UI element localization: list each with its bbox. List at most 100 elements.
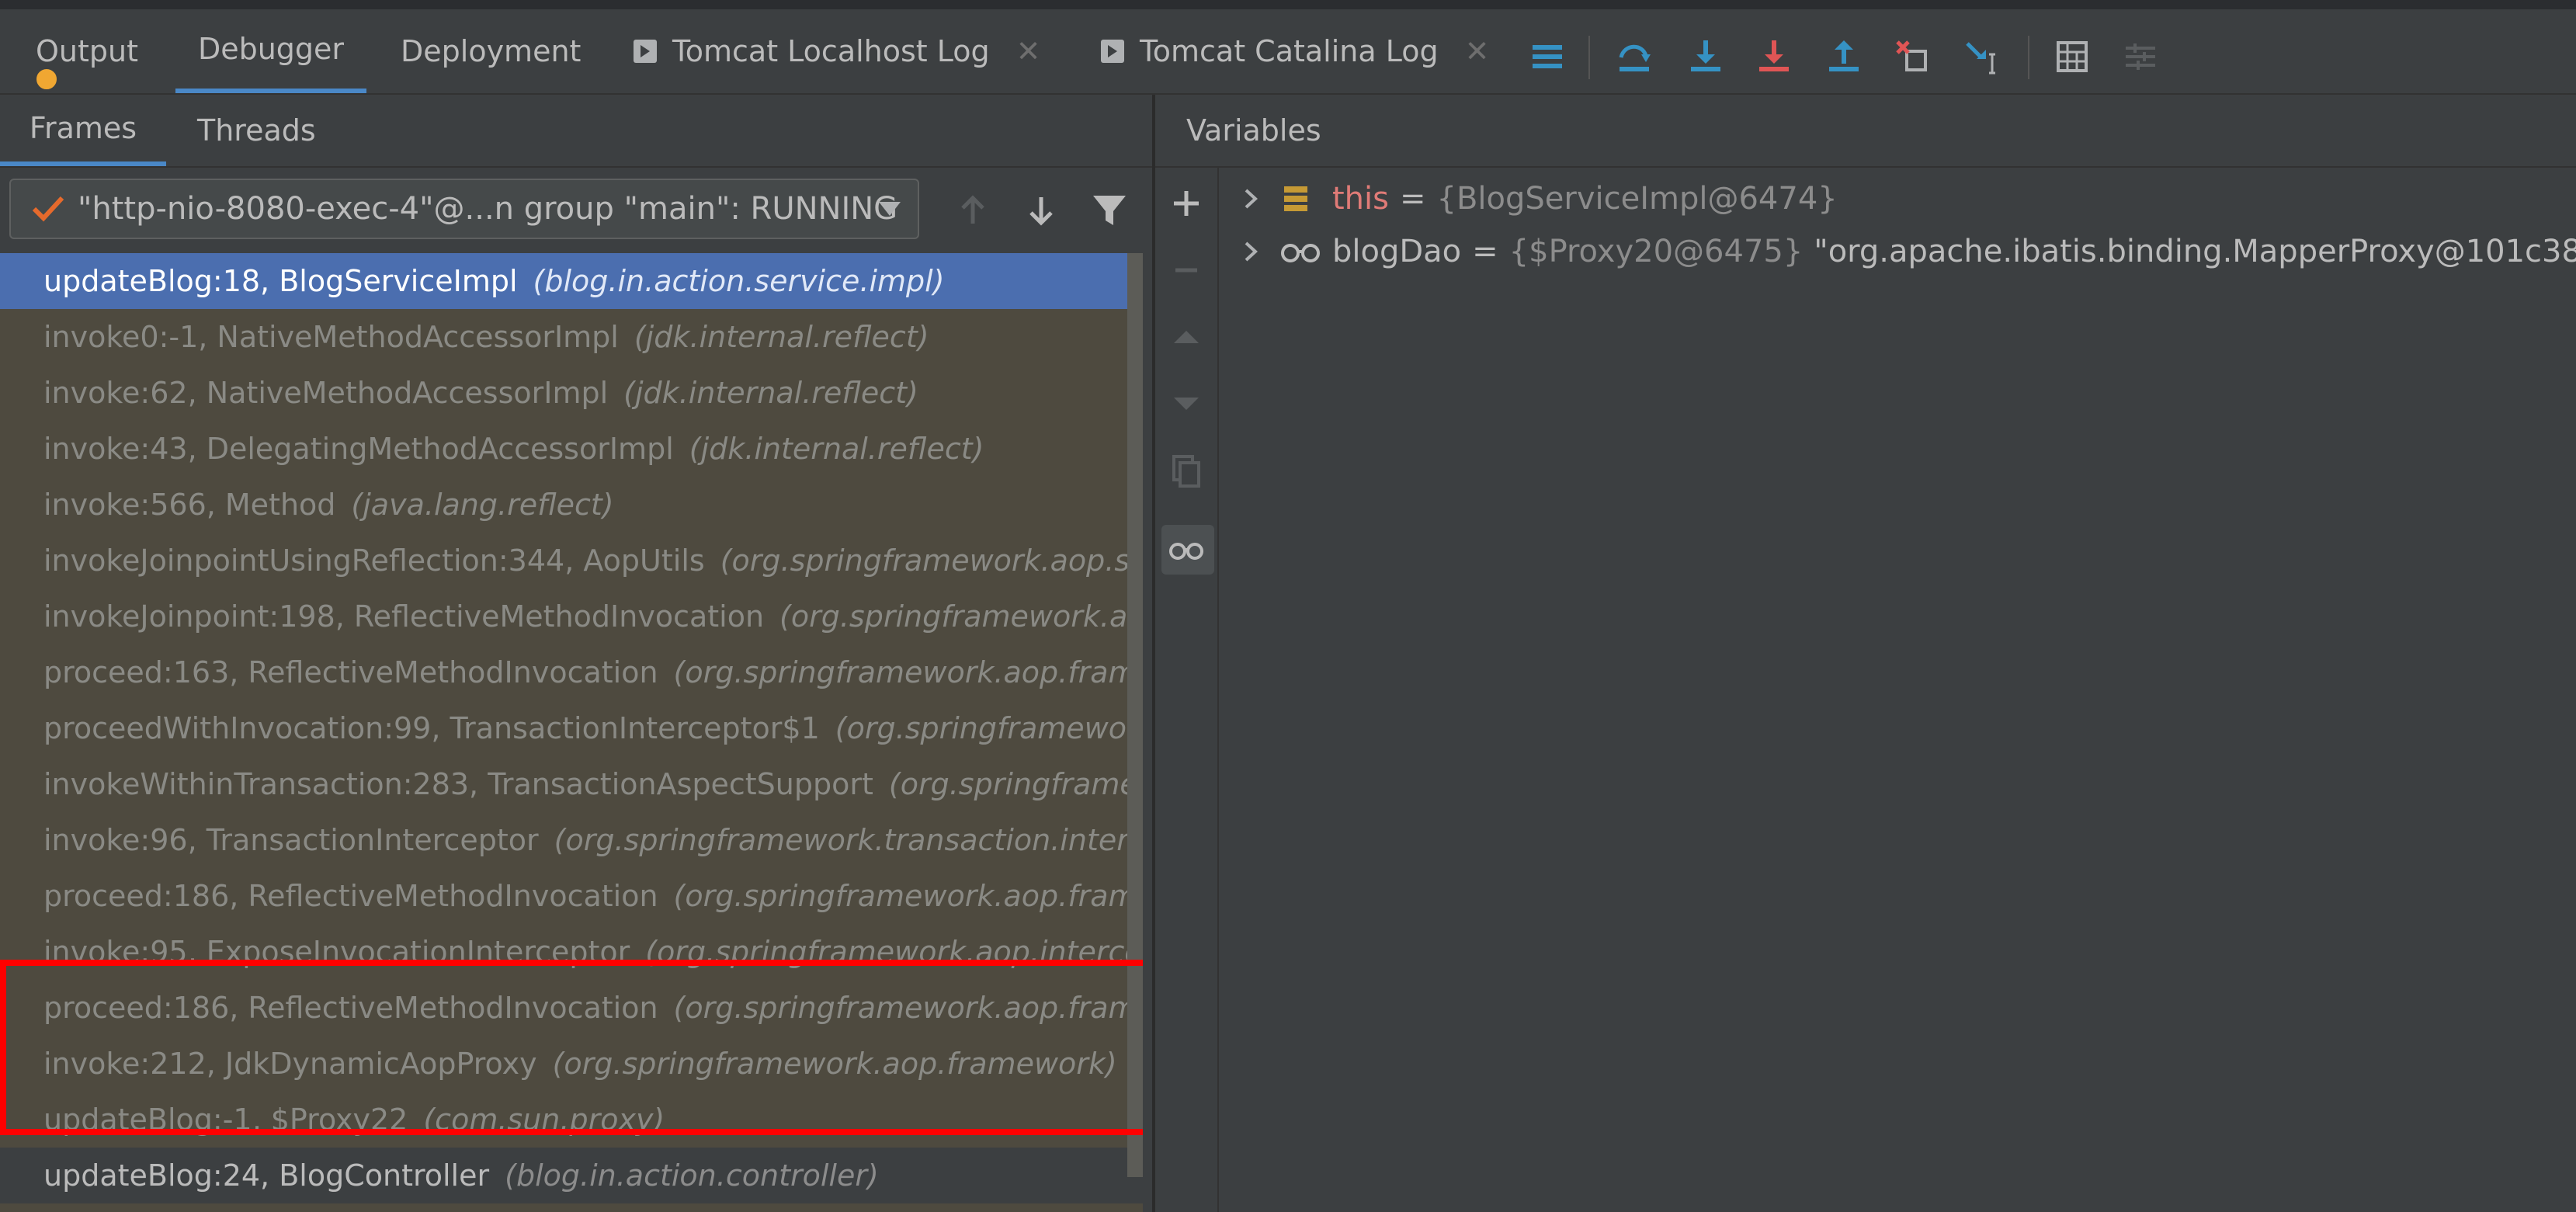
tab-tomcat-localhost-label: Tomcat Localhost Log bbox=[672, 34, 990, 68]
frame-method: invoke0:-1, NativeMethodAccessorImpl bbox=[43, 320, 619, 354]
frame-package: (org.springframework.aop.framewo bbox=[673, 991, 1143, 1025]
frames-threads-tabbar: Frames Threads bbox=[0, 95, 1152, 168]
close-icon[interactable]: ✕ bbox=[1465, 34, 1490, 68]
move-up-icon[interactable] bbox=[1166, 317, 1206, 357]
variables-toolbar bbox=[1155, 168, 1219, 1212]
run-to-cursor-icon[interactable] bbox=[1963, 37, 2001, 76]
frame-method: invoke:43, DelegatingMethodAccessorImpl bbox=[43, 432, 674, 466]
tab-threads-label: Threads bbox=[197, 113, 316, 148]
chevron-down-icon bbox=[879, 202, 901, 216]
frames-list: updateBlog:18, BlogServiceImpl (blog.in.a… bbox=[0, 253, 1143, 1212]
chevron-right-icon[interactable] bbox=[1239, 240, 1262, 263]
filter-icon[interactable] bbox=[1090, 191, 1129, 230]
frame-row[interactable]: proceed:186, ReflectiveMethodInvocation (… bbox=[0, 868, 1143, 924]
variable-row-this[interactable]: this = {BlogServiceImpl@6474} bbox=[1219, 171, 1838, 227]
frame-package: (org.springframework.aop.fr bbox=[779, 599, 1143, 634]
thread-selector-value: "http-nio-8080-exec-4"@...n group "main"… bbox=[78, 191, 898, 227]
tab-threads[interactable]: Threads bbox=[197, 95, 316, 166]
frame-package: (jdk.internal.reflect) bbox=[623, 376, 918, 410]
frame-row[interactable]: invokeWithinTransaction:283, Transaction… bbox=[0, 756, 1143, 812]
tab-deployment-label: Deployment bbox=[401, 34, 582, 68]
chevron-right-icon[interactable] bbox=[1239, 187, 1262, 210]
frame-method: invoke:96, TransactionInterceptor bbox=[43, 823, 539, 857]
variables-title: Variables bbox=[1186, 113, 1321, 148]
variable-name: this bbox=[1332, 181, 1389, 217]
tab-tomcat-localhost-log[interactable]: Tomcat Localhost Log ✕ bbox=[634, 9, 1041, 93]
thread-selector-dropdown[interactable]: "http-nio-8080-exec-4"@...n group "main"… bbox=[9, 179, 919, 239]
frame-row[interactable]: updateBlog:-1, $Proxy22 (com.sun.proxy) bbox=[0, 1092, 1143, 1148]
debug-tool-window-tabbar: Output Debugger Deployment Tomcat Localh… bbox=[0, 0, 2576, 95]
frame-package: (org.springframework.aop.framewo bbox=[673, 879, 1143, 913]
frame-row[interactable]: invoke0:-1, NativeMethodAccessorImpl (jdk… bbox=[0, 309, 1143, 365]
tab-deployment[interactable]: Deployment bbox=[401, 9, 581, 93]
previous-frame-arrow-icon[interactable] bbox=[953, 191, 992, 230]
tab-debugger-label: Debugger bbox=[197, 32, 345, 66]
copy-icon[interactable] bbox=[1166, 450, 1206, 491]
variable-equals: = bbox=[1472, 234, 1498, 269]
tab-debugger[interactable]: Debugger bbox=[175, 9, 366, 93]
frame-package: (org.springframework.aop.framework) bbox=[552, 1047, 1117, 1081]
frame-method: invokeWithinTransaction:283, Transaction… bbox=[43, 767, 873, 801]
frame-package: (com.sun.proxy) bbox=[423, 1103, 665, 1137]
frame-package: (org.springframework.aop.supp bbox=[720, 543, 1143, 578]
frame-package: (jdk.internal.reflect) bbox=[689, 432, 984, 466]
frame-row[interactable]: updateBlog:18, BlogServiceImpl (blog.in.a… bbox=[0, 253, 1143, 309]
tab-output-label: Output bbox=[36, 34, 138, 68]
variable-name: blogDao bbox=[1332, 234, 1462, 269]
watches-glasses-icon[interactable] bbox=[1166, 530, 1206, 570]
console-icon bbox=[1101, 40, 1124, 63]
tab-frames[interactable]: Frames bbox=[0, 95, 166, 166]
close-icon[interactable]: ✕ bbox=[1016, 34, 1041, 68]
frame-row[interactable]: invoke:566, Method (java.lang.reflect) bbox=[0, 477, 1143, 533]
frame-row[interactable]: invoke:96, TransactionInterceptor (org.sp… bbox=[0, 812, 1143, 868]
frame-method: proceedWithInvocation:99, TransactionInt… bbox=[43, 711, 820, 745]
frame-method: invoke:95, ExposeInvocationInterceptor bbox=[43, 935, 630, 969]
next-frame-arrow-icon[interactable] bbox=[1022, 191, 1061, 230]
frame-row[interactable]: proceed:163, ReflectiveMethodInvocation (… bbox=[0, 644, 1143, 700]
frame-package: (blog.in.action.controller) bbox=[505, 1158, 879, 1193]
checkmark-icon bbox=[32, 196, 64, 222]
add-watch-icon[interactable] bbox=[1166, 183, 1206, 224]
frame-row[interactable]: invokeJoinpointUsingReflection:344, AopU… bbox=[0, 533, 1143, 589]
tab-tomcat-catalina-label: Tomcat Catalina Log bbox=[1140, 34, 1439, 68]
trace-icon[interactable] bbox=[2121, 37, 2160, 76]
step-into-icon[interactable] bbox=[1686, 37, 1725, 76]
frame-row[interactable]: invoke:62, NativeMethodAccessorImpl (jdk.… bbox=[0, 365, 1143, 421]
frame-row[interactable]: invoke:95, ExposeInvocationInterceptor (o… bbox=[0, 924, 1143, 980]
frame-method: invokeJoinpointUsingReflection:344, AopU… bbox=[43, 543, 705, 578]
step-out-icon[interactable] bbox=[1824, 37, 1863, 76]
tab-frames-label: Frames bbox=[29, 111, 137, 145]
frame-package: (blog.in.action.service.impl) bbox=[533, 264, 945, 298]
variables-tree: this = {BlogServiceImpl@6474} blogDao = … bbox=[1219, 168, 2576, 1212]
remove-watch-icon[interactable] bbox=[1166, 250, 1206, 290]
variable-reference: {BlogServiceImpl@6474} bbox=[1436, 181, 1838, 217]
frame-package: (org.springframework.aop.interceptor bbox=[645, 935, 1143, 969]
variable-value: "org.apache.ibatis.binding.MapperProxy@1… bbox=[1814, 234, 2576, 269]
frames-scrollbar[interactable] bbox=[1127, 253, 1143, 1177]
layout-icon[interactable] bbox=[1528, 37, 1567, 76]
frame-row[interactable]: proceed:186, ReflectiveMethodInvocation (… bbox=[0, 980, 1143, 1036]
thread-selector-row: "http-nio-8080-exec-4"@...n group "main"… bbox=[0, 168, 1152, 253]
toolbar-separator bbox=[2028, 36, 2029, 79]
frame-method: invoke:566, Method bbox=[43, 488, 336, 522]
frame-row[interactable]: invoke:212, JdkDynamicAopProxy (org.sprin… bbox=[0, 1036, 1143, 1092]
evaluate-expression-icon[interactable] bbox=[2053, 37, 2092, 76]
frame-method: updateBlog:-1, $Proxy22 bbox=[43, 1103, 408, 1137]
frame-package: (org.springframewo bbox=[888, 767, 1143, 801]
force-step-into-icon[interactable] bbox=[1755, 37, 1793, 76]
frame-row[interactable]: invoke:43, DelegatingMethodAccessorImpl (… bbox=[0, 421, 1143, 477]
console-icon bbox=[634, 40, 657, 63]
tab-tomcat-catalina-log[interactable]: Tomcat Catalina Log ✕ bbox=[1101, 9, 1489, 93]
toolbar-separator bbox=[1588, 36, 1590, 79]
step-over-icon[interactable] bbox=[1615, 37, 1654, 76]
field-icon bbox=[1284, 186, 1307, 211]
frame-row[interactable]: proceedWithInvocation:99, TransactionInt… bbox=[0, 700, 1143, 756]
frame-row[interactable]: invokeJoinpoint:198, ReflectiveMethodInv… bbox=[0, 589, 1143, 644]
drop-frame-icon[interactable] bbox=[1893, 37, 1932, 76]
frame-row[interactable]: updateBlog:24, BlogController (blog.in.ac… bbox=[0, 1148, 1143, 1203]
frame-method: proceed:186, ReflectiveMethodInvocation bbox=[43, 879, 658, 913]
frame-package: (jdk.internal.reflect) bbox=[634, 320, 929, 354]
move-down-icon[interactable] bbox=[1166, 384, 1206, 424]
variable-row-blogdao[interactable]: blogDao = {$Proxy20@6475} "org.apache.ib… bbox=[1219, 224, 2576, 280]
watch-glasses-icon bbox=[1281, 244, 1320, 262]
